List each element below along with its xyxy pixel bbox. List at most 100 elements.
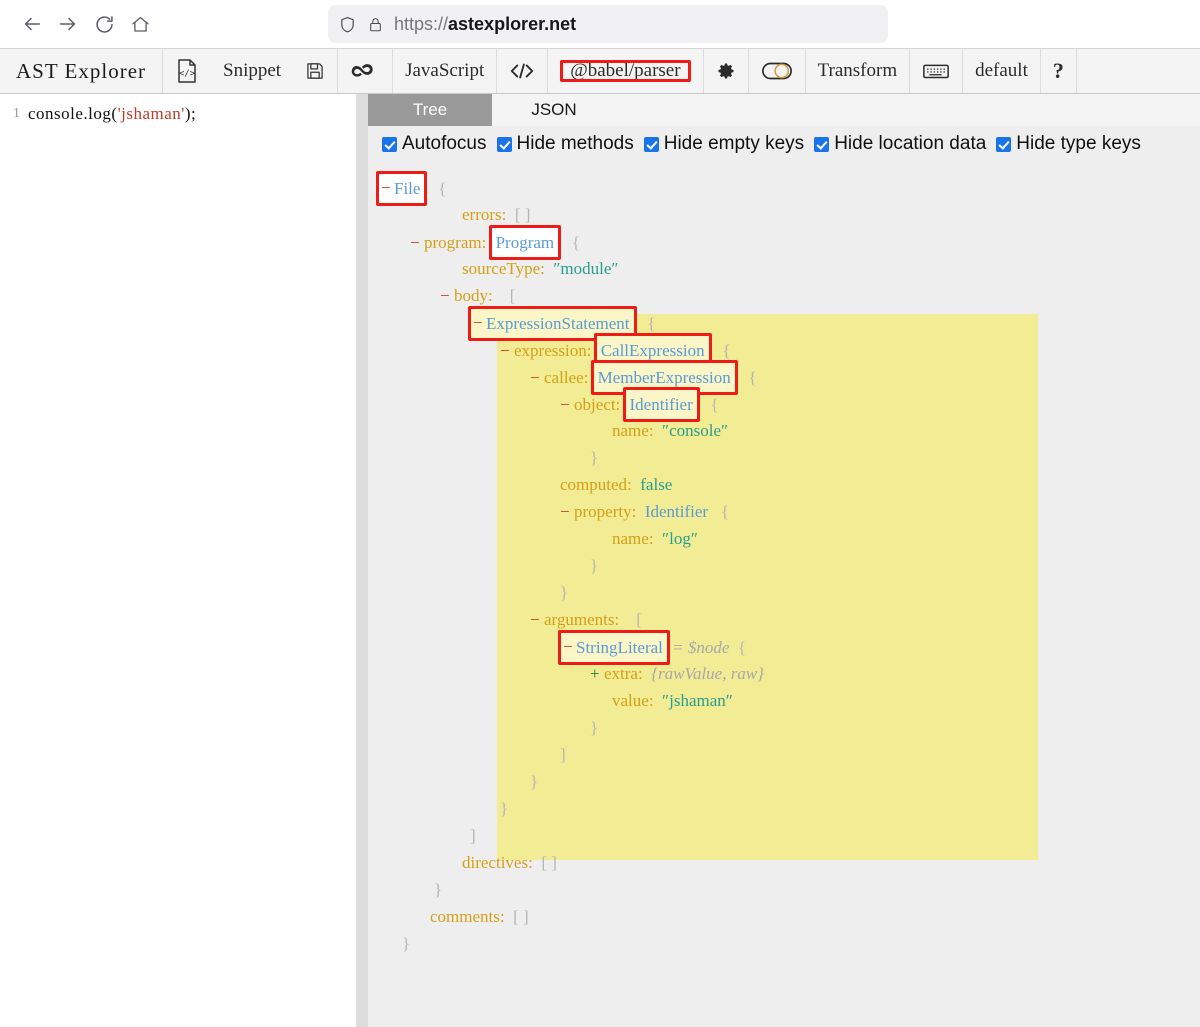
home-button[interactable] xyxy=(122,6,158,42)
app-brand: AST Explorer xyxy=(0,49,164,93)
pane-divider[interactable] xyxy=(356,94,368,1027)
collapse-toggle-icon[interactable]: − xyxy=(473,309,487,336)
checkbox-icon[interactable] xyxy=(382,136,397,152)
collapse-toggle-icon[interactable]: − xyxy=(560,498,574,525)
lock-icon xyxy=(367,16,384,33)
tree-row-program[interactable]: − program: Program { xyxy=(368,225,1200,260)
option-hide-empty-keys[interactable]: Hide empty keys xyxy=(643,133,805,155)
node-file[interactable]: − File xyxy=(375,171,428,206)
option-autofocus[interactable]: Autofocus xyxy=(382,133,487,155)
node-expression-statement[interactable]: − ExpressionStatement xyxy=(468,306,637,341)
tree-row-sourcetype: sourceType: ″module″ xyxy=(368,255,1200,282)
code-line[interactable]: 1 console.log('jshaman'); xyxy=(0,94,356,125)
code-string-literal: 'jshaman' xyxy=(117,104,185,123)
tree-row-expression[interactable]: − expression: CallExpression { xyxy=(368,333,1200,368)
checkbox-icon[interactable] xyxy=(814,136,830,152)
collapse-toggle-icon[interactable]: − xyxy=(500,337,514,364)
node-type-label: StringLiteral xyxy=(576,638,663,657)
tab-tree[interactable]: Tree xyxy=(368,94,492,126)
tree-row-callee[interactable]: − callee: MemberExpression { xyxy=(368,360,1200,395)
tree-row-expressionstatement[interactable]: − ExpressionStatement { xyxy=(368,306,1200,341)
closing-brace: } xyxy=(590,448,599,467)
tree-row-object-name: name: ″console″ xyxy=(368,417,1200,444)
option-label: Hide empty keys xyxy=(663,133,805,154)
infinity-cloud-icon[interactable] xyxy=(338,49,394,93)
tree-row-comments: comments: [ ] xyxy=(368,903,1200,930)
tree-row-property[interactable]: − property: Identifier { xyxy=(368,498,1200,525)
checkbox-icon[interactable] xyxy=(496,136,512,152)
code-editor-pane[interactable]: 1 console.log('jshaman'); xyxy=(0,94,356,1027)
reload-icon xyxy=(94,14,115,35)
help-button[interactable]: ? xyxy=(1041,49,1077,93)
prop-key: extra: xyxy=(604,664,643,683)
collapse-toggle-icon[interactable]: − xyxy=(381,174,395,201)
tree-row-file-close: } xyxy=(368,930,1200,957)
expand-toggle-icon[interactable]: + xyxy=(590,660,604,687)
node-type-label[interactable]: Identifier xyxy=(645,502,708,521)
node-program[interactable]: Program xyxy=(488,225,561,260)
node-type-label: MemberExpression xyxy=(597,368,731,387)
toggle-switch-icon[interactable] xyxy=(749,49,806,93)
tree-row-program-close: } xyxy=(368,876,1200,903)
tree-row-object[interactable]: − object: Identifier { xyxy=(368,387,1200,422)
tree-row-exprstmt-close: } xyxy=(368,795,1200,822)
collapse-toggle-icon[interactable]: − xyxy=(410,229,424,256)
collapse-toggle-icon[interactable]: − xyxy=(530,606,544,633)
prop-value xyxy=(506,205,515,224)
prop-key: expression: xyxy=(514,341,592,360)
option-hide-location-data[interactable]: Hide location data xyxy=(814,133,986,155)
tree-row-extra[interactable]: + extra: {rawValue, raw} xyxy=(368,660,1200,687)
tree-row-file[interactable]: − File { xyxy=(368,171,1200,206)
keymap-label[interactable]: default xyxy=(963,49,1041,93)
brace: { xyxy=(425,179,447,198)
brace: { xyxy=(708,502,729,521)
parser-selector[interactable]: @babel/parser xyxy=(548,49,704,93)
collapse-toggle-icon[interactable]: − xyxy=(560,391,574,418)
collapse-toggle-icon[interactable]: − xyxy=(530,364,544,391)
prop-key: body: xyxy=(454,286,493,305)
brace: { xyxy=(634,314,656,333)
angle-brackets-icon[interactable] xyxy=(497,49,549,93)
code-text[interactable]: console.log('jshaman'); xyxy=(28,103,196,125)
option-hide-methods[interactable]: Hide methods xyxy=(496,133,634,155)
back-button[interactable] xyxy=(14,6,50,42)
node-call-expression[interactable]: CallExpression xyxy=(593,333,712,368)
gear-icon[interactable] xyxy=(704,49,749,93)
ast-tabs: Tree JSON xyxy=(368,94,1200,126)
tree-row-body[interactable]: − body: [ xyxy=(368,282,1200,309)
tree-row-stringliteral[interactable]: − StringLiteral = $node { xyxy=(368,630,1200,665)
save-floppy-icon[interactable] xyxy=(293,61,337,81)
closing-bracket: ] xyxy=(470,826,476,845)
prop-key: errors: xyxy=(462,205,507,224)
errors-value: [ ] xyxy=(514,205,531,224)
collapse-toggle-icon[interactable]: − xyxy=(563,633,577,660)
url-scheme: https:// xyxy=(394,13,449,34)
closing-brace: } xyxy=(434,880,443,899)
node-member-expression[interactable]: MemberExpression xyxy=(590,360,738,395)
node-identifier-console[interactable]: Identifier xyxy=(622,387,701,422)
checkbox-icon[interactable] xyxy=(996,136,1012,152)
snippet-group[interactable]: </> Snippet xyxy=(163,49,339,93)
parser-label[interactable]: @babel/parser xyxy=(560,58,691,84)
option-label: Hide type keys xyxy=(1016,133,1141,154)
checkbox-icon[interactable] xyxy=(643,136,659,152)
address-bar[interactable]: https://astexplorer.net xyxy=(328,5,888,43)
language-label[interactable]: JavaScript xyxy=(393,49,498,93)
snippet-label[interactable]: Snippet xyxy=(211,60,293,82)
transform-label[interactable]: Transform xyxy=(806,49,911,93)
ast-tree: − File { errors: [ ] − program: Program { … xyxy=(368,162,1200,1027)
tree-row-arguments-close: ] xyxy=(368,741,1200,768)
collapse-toggle-icon[interactable]: − xyxy=(440,282,454,309)
node-type-label: Identifier xyxy=(629,395,693,414)
node-string-literal[interactable]: − StringLiteral xyxy=(558,630,670,665)
tree-row-arguments[interactable]: − arguments: [ xyxy=(368,606,1200,633)
reload-button[interactable] xyxy=(86,6,122,42)
option-hide-type-keys[interactable]: Hide type keys xyxy=(996,133,1141,155)
keyboard-icon[interactable] xyxy=(910,49,964,93)
code-file-icon[interactable]: </> xyxy=(163,58,211,84)
arrow-left-icon xyxy=(21,13,43,35)
prop-value: ″module″ xyxy=(553,259,619,278)
forward-button[interactable] xyxy=(50,6,86,42)
tab-json[interactable]: JSON xyxy=(492,94,616,126)
closing-brace: } xyxy=(530,772,539,791)
